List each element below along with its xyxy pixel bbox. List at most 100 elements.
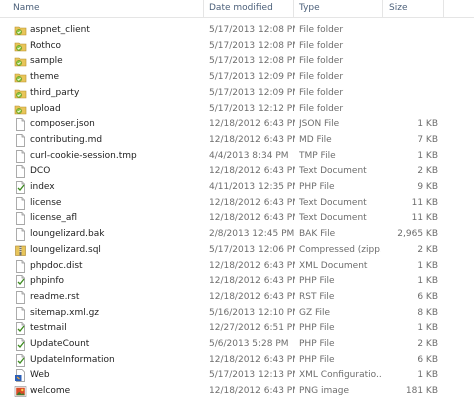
file-row[interactable]: loungelizard.sql 5/17/2013 12:06 PM Compre… bbox=[0, 243, 474, 259]
file-row[interactable]: curl-cookie-session.tmp 4/4/2013 8:34 PM T… bbox=[0, 149, 474, 165]
file-size: 181 KB bbox=[405, 386, 438, 397]
folder-icon bbox=[14, 40, 27, 53]
date-modified: 5/17/2013 12:06 PM bbox=[209, 244, 295, 255]
file-name: theme bbox=[30, 72, 60, 83]
file-size: 6 KB bbox=[417, 291, 438, 302]
file-name: UpdateCount bbox=[30, 339, 90, 349]
file-row[interactable]: testmail 12/27/2012 6:51 PM PHP File 1 KB bbox=[0, 321, 474, 337]
file-name: Rothco bbox=[30, 40, 62, 51]
file-type: Text Document bbox=[299, 197, 367, 208]
file-row[interactable]: welcome 12/18/2012 6:43 PM PNG image 181 KB bbox=[0, 384, 474, 400]
date-modified: 4/11/2013 12:35 PM bbox=[209, 182, 295, 192]
file-name: sitemap.xml.gz bbox=[30, 307, 100, 318]
file-size: 8 KB bbox=[417, 307, 438, 318]
file-size: 7 KB bbox=[417, 134, 438, 145]
file-row[interactable]: aspnet_client 5/17/2013 12:08 PM File fold… bbox=[0, 23, 474, 39]
column-divider[interactable] bbox=[443, 0, 444, 17]
file-row[interactable]: third_party 5/17/2013 12:09 PM File folder bbox=[0, 86, 474, 102]
file-row[interactable]: upload 5/17/2013 12:12 PM File folder bbox=[0, 102, 474, 118]
file-size bbox=[386, 54, 438, 70]
folder-icon bbox=[14, 24, 27, 37]
file-name: readme.rst bbox=[30, 291, 80, 302]
file-type: Text Document bbox=[299, 166, 367, 177]
date-modified: 12/18/2012 6:43 PM bbox=[209, 119, 295, 130]
file-type: Text Document bbox=[299, 213, 367, 224]
file-row[interactable]: phpinfo 12/18/2012 6:43 PM PHP File 1 KB bbox=[0, 274, 474, 290]
column-header-name[interactable]: Name bbox=[13, 0, 40, 17]
file-type: PHP File bbox=[299, 182, 335, 192]
file-row[interactable]: Rothco 5/17/2013 12:08 PM File folder bbox=[0, 39, 474, 55]
file-type: JSON File bbox=[299, 119, 340, 130]
file-name: sample bbox=[30, 56, 63, 67]
file-row[interactable]: loungelizard.bak 2/8/2013 12:45 PM BAK Fil… bbox=[0, 227, 474, 243]
file-row[interactable]: sitemap.xml.gz 5/16/2013 12:10 PM GZ File 8… bbox=[0, 306, 474, 322]
file-row[interactable]: sample 5/17/2013 12:08 PM File folder bbox=[0, 54, 474, 70]
column-divider[interactable] bbox=[203, 0, 204, 17]
column-header-bar: ⌃ Name Date modified Type Size bbox=[0, 0, 474, 18]
file-size: 1 KB bbox=[417, 260, 438, 271]
file-row[interactable]: license_afl 12/18/2012 6:43 PM Text Docume… bbox=[0, 211, 474, 227]
file-size: 1 KB bbox=[417, 276, 438, 287]
file-size: 1 KB bbox=[417, 119, 438, 130]
column-divider[interactable] bbox=[293, 0, 294, 17]
file-name: license bbox=[30, 197, 62, 208]
blank-file-icon bbox=[14, 149, 27, 163]
file-type: File folder bbox=[299, 72, 344, 83]
file-size: 1 KB bbox=[417, 150, 438, 161]
file-name: loungelizard.bak bbox=[30, 229, 105, 240]
file-type: XML Configuratio... bbox=[299, 370, 381, 381]
file-type: TMP File bbox=[299, 150, 336, 161]
file-row[interactable]: Web 5/17/2013 12:13 PM XML Configuratio...… bbox=[0, 368, 474, 384]
file-name: aspnet_client bbox=[30, 25, 90, 35]
file-name: phpdoc.dist bbox=[30, 260, 83, 271]
date-modified: 5/17/2013 12:08 PM bbox=[209, 56, 295, 67]
blank-file-icon bbox=[14, 165, 27, 179]
zip-file-icon bbox=[14, 244, 27, 257]
file-row[interactable]: contributing.md 12/18/2012 6:43 PM MD File… bbox=[0, 133, 474, 149]
xml-config-icon bbox=[14, 369, 27, 383]
file-size: 6 KB bbox=[417, 354, 438, 365]
php-file-icon bbox=[14, 275, 27, 289]
date-modified: 12/18/2012 6:43 PM bbox=[209, 386, 295, 397]
file-row[interactable]: license 12/18/2012 6:43 PM Text Document 11… bbox=[0, 196, 474, 212]
blank-file-icon bbox=[14, 228, 27, 241]
file-name: phpinfo bbox=[30, 276, 65, 287]
date-modified: 12/18/2012 6:43 PM bbox=[209, 213, 295, 224]
blank-file-icon bbox=[14, 291, 27, 304]
column-header-date-modified[interactable]: Date modified bbox=[209, 0, 273, 17]
date-modified: 5/17/2013 12:09 PM bbox=[209, 72, 295, 83]
date-modified: 12/18/2012 6:43 PM bbox=[209, 354, 295, 365]
file-row[interactable]: readme.rst 12/18/2012 6:43 PM RST File 6 KB bbox=[0, 290, 474, 306]
column-header-type[interactable]: Type bbox=[299, 0, 320, 17]
date-modified: 12/18/2012 6:43 PM bbox=[209, 276, 295, 287]
file-row[interactable]: theme 5/17/2013 12:09 PM File folder bbox=[0, 70, 474, 86]
sort-up-icon: ⌃ bbox=[121, 0, 128, 5]
file-type: MD File bbox=[299, 134, 332, 145]
file-type: File folder bbox=[299, 40, 344, 51]
date-modified: 5/17/2013 12:12 PM bbox=[209, 103, 295, 114]
file-row[interactable]: composer.json 12/18/2012 6:43 PM JSON File… bbox=[0, 117, 474, 133]
file-size: 1 KB bbox=[417, 370, 438, 381]
file-type: PHP File bbox=[299, 276, 335, 287]
date-modified: 12/18/2012 6:43 PM bbox=[209, 197, 295, 208]
file-size: 11 KB bbox=[411, 197, 438, 208]
date-modified: 4/4/2013 8:34 PM bbox=[209, 150, 289, 161]
file-row[interactable]: DCO 12/18/2012 6:43 PM Text Document 2 KB bbox=[0, 164, 474, 180]
file-row[interactable]: index 4/11/2013 12:35 PM PHP File 9 KB bbox=[0, 180, 474, 196]
column-divider[interactable] bbox=[382, 0, 383, 17]
blank-file-icon bbox=[14, 134, 27, 147]
folder-icon bbox=[14, 103, 27, 116]
file-size: 2 KB bbox=[417, 244, 438, 255]
date-modified: 12/18/2012 6:43 PM bbox=[209, 166, 295, 177]
file-row[interactable]: phpdoc.dist 12/18/2012 6:43 PM XML Documen… bbox=[0, 259, 474, 275]
file-type: File folder bbox=[299, 25, 344, 35]
blank-file-icon bbox=[14, 196, 27, 210]
column-header-size[interactable]: Size bbox=[389, 0, 407, 17]
file-row[interactable]: UpdateCount 5/6/2013 5:28 PM PHP File 2 KB bbox=[0, 337, 474, 353]
file-size bbox=[386, 86, 438, 102]
file-row[interactable]: UpdateInformation 12/18/2012 6:43 PM PHP F… bbox=[0, 353, 474, 369]
file-size: 2 KB bbox=[417, 166, 438, 177]
date-modified: 5/6/2013 5:28 PM bbox=[209, 339, 289, 349]
file-size: 11 KB bbox=[411, 213, 438, 224]
file-type: BAK File bbox=[299, 229, 336, 240]
